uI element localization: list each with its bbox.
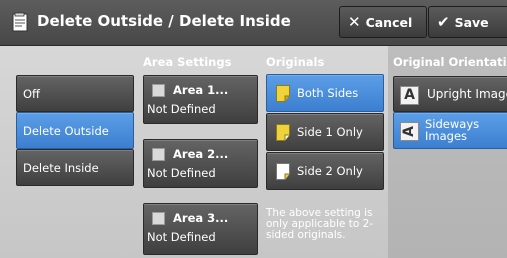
upright-A-icon: A: [400, 86, 419, 105]
orientation-heading: Original Orientation: [393, 55, 507, 69]
area-1-button[interactable]: Area 1... Not Defined: [143, 75, 258, 124]
delete-inside-option-label: Delete Inside: [23, 161, 99, 175]
side-2-only-button[interactable]: Side 2 Only: [266, 152, 384, 190]
save-label: Save: [454, 14, 489, 30]
area-3-name: Area 3...: [173, 211, 229, 225]
area-2-button[interactable]: Area 2... Not Defined: [143, 139, 258, 188]
upright-images-label: Upright Images: [427, 87, 507, 101]
page-icon: [276, 163, 290, 180]
delete-outside-option-label: Delete Outside: [23, 124, 109, 138]
originals-heading: Originals: [266, 55, 325, 69]
sideways-images-button[interactable]: A Sideways Images: [393, 112, 507, 149]
page-title: Delete Outside / Delete Inside: [37, 12, 291, 30]
area-3-status: Not Defined: [147, 230, 216, 244]
page-icon: [276, 85, 290, 102]
delete-inside-option-button[interactable]: Delete Inside: [16, 149, 134, 186]
cancel-label: Cancel: [365, 14, 413, 30]
checkbox-icon: [152, 212, 165, 225]
area-settings-heading: Area Settings: [143, 55, 232, 69]
side-1-only-label: Side 1 Only: [297, 125, 363, 139]
side-2-only-label: Side 2 Only: [297, 164, 363, 178]
sideways-A-icon: A: [400, 122, 419, 141]
x-icon: ✕: [348, 13, 361, 31]
off-option-label: Off: [23, 87, 40, 101]
sideways-images-label: Sideways Images: [425, 117, 480, 143]
delete-outside-option-button[interactable]: Delete Outside: [16, 112, 134, 149]
checkbox-icon: [152, 148, 165, 161]
check-icon: ✔: [437, 13, 450, 31]
save-button[interactable]: ✔ Save: [428, 6, 507, 38]
originals-note: The above setting is only applicable to …: [266, 207, 374, 241]
cancel-button[interactable]: ✕ Cancel: [339, 6, 427, 38]
area-2-status: Not Defined: [147, 166, 216, 180]
both-sides-button[interactable]: Both Sides: [266, 74, 384, 112]
area-3-button[interactable]: Area 3... Not Defined: [143, 203, 258, 255]
area-1-name: Area 1...: [173, 83, 229, 97]
upright-images-button[interactable]: A Upright Images: [393, 76, 507, 112]
off-option-button[interactable]: Off: [16, 75, 134, 112]
document-icon: [12, 12, 28, 32]
both-sides-label: Both Sides: [297, 86, 359, 100]
checkbox-icon: [152, 84, 165, 97]
side-1-only-button[interactable]: Side 1 Only: [266, 113, 384, 151]
area-1-status: Not Defined: [147, 102, 216, 116]
area-2-name: Area 2...: [173, 147, 229, 161]
page-icon: [276, 124, 290, 141]
